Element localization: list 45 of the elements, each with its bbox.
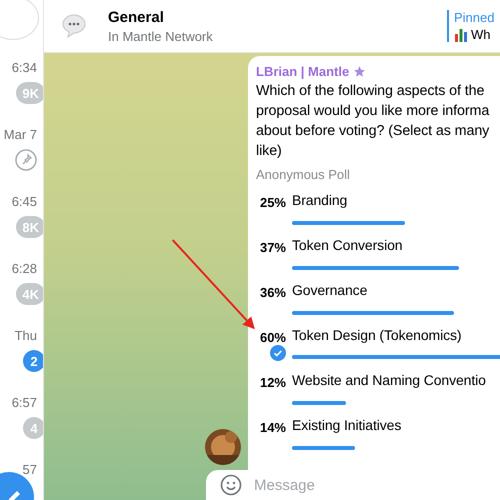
unread-count: 2	[23, 350, 43, 372]
poll-option[interactable]: 60% Token Design (Tokenomics)	[256, 327, 500, 362]
unread-count: 4	[23, 417, 43, 439]
poll-question: Which of the following aspects of the proposal would you like more informa about before voting? (Select as many like)	[256, 82, 490, 161]
chat-time: Mar 7	[4, 127, 37, 142]
unread-count: 8K	[16, 216, 43, 238]
author-name: LBrian | Mantle	[256, 64, 350, 79]
option-label: Branding	[292, 192, 348, 210]
option-label: Token Conversion	[292, 237, 404, 255]
chat-subtitle: In Mantle Network	[108, 28, 214, 44]
option-percent: 25%	[258, 194, 286, 210]
poll-type: Anonymous Poll	[256, 167, 351, 182]
option-label: Token Design (Tokenomics)	[292, 327, 462, 345]
unread-count: 9K	[16, 82, 43, 104]
option-label: Website and Naming Conventio	[292, 372, 487, 390]
option-percent: 37%	[258, 239, 286, 255]
chat-bubble-icon	[60, 12, 88, 40]
star-icon	[353, 65, 366, 78]
chat-time: 6:45	[12, 194, 37, 209]
chat-title: General	[108, 8, 165, 26]
option-percent: 60%	[258, 329, 286, 345]
poll-option[interactable]: 36% Governance	[256, 282, 500, 317]
result-bar	[292, 400, 346, 404]
poll-option[interactable]: 25% Branding	[256, 192, 500, 227]
chat-time: Thu	[14, 328, 37, 343]
option-percent: 36%	[258, 284, 286, 300]
chat-time: 57	[22, 462, 37, 477]
pin-icon	[15, 149, 37, 171]
option-percent: 14%	[258, 419, 286, 435]
poll-option[interactable]: 12% Website and Naming Conventio	[256, 372, 500, 407]
emoji-icon[interactable]	[220, 474, 242, 496]
chat-time: 6:28	[12, 261, 37, 276]
message-field[interactable]: Message	[206, 470, 500, 500]
option-label: Existing Initiatives	[292, 417, 402, 435]
option-label: Governance	[292, 282, 368, 300]
message-input[interactable]: Message	[252, 476, 500, 494]
poll-option[interactable]: 14% Existing Initiatives	[256, 417, 500, 452]
option-percent: 12%	[258, 374, 286, 390]
result-bar	[292, 446, 355, 450]
poll-option[interactable]: 37% Token Conversion	[256, 237, 500, 272]
chat-time: 6:57	[12, 395, 37, 410]
unread-count: 4K	[16, 283, 43, 305]
bar-chart-icon	[454, 28, 468, 42]
pinned-text: Wh	[471, 27, 490, 42]
chat-time: 6:34	[12, 60, 37, 75]
